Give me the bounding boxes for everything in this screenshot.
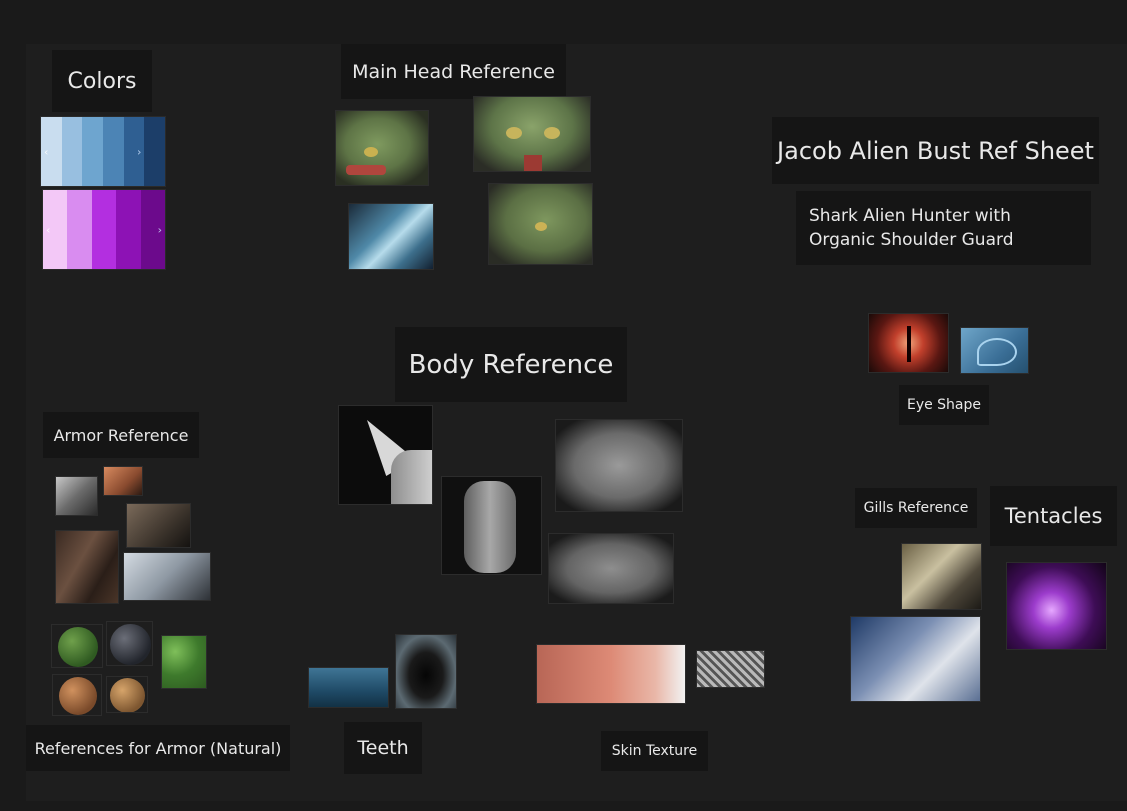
gills-reference-label[interactable]: Gills Reference [855,488,977,528]
cork-sphere-image[interactable] [106,676,148,713]
white-dragon-head-image[interactable] [348,203,434,270]
dark-bark-sphere-mark [110,624,151,665]
magenta-swatch-3[interactable] [91,190,117,269]
eye-sculpt-image[interactable] [960,327,1029,374]
colors-label[interactable]: Colors [52,50,152,112]
shark-mouth-image[interactable] [395,634,457,709]
blue-swatch-2[interactable] [61,117,83,186]
armor-strap-image[interactable] [55,530,119,604]
magenta-swatch-1[interactable]: ‹ [43,190,68,269]
wood-sphere-image[interactable] [52,674,102,716]
armor-natural-label[interactable]: References for Armor (Natural) [26,725,290,771]
mouth-mark [346,165,386,175]
muscular-arm-image[interactable] [441,476,542,575]
chevron-right-icon[interactable]: › [158,223,162,236]
torso-front-image[interactable] [555,419,683,512]
teeth-label[interactable]: Teeth [344,722,422,774]
arm-mark [391,450,432,504]
chevron-left-icon[interactable]: ‹ [46,223,50,236]
moss-sphere-mark [58,627,98,667]
gills-closeup-image[interactable] [901,543,982,610]
blue-swatch-5[interactable]: › [123,117,145,186]
alien-head-side-image[interactable] [335,110,429,186]
pupil-mark [907,326,911,362]
eye-mark [364,147,378,157]
eye-mark [544,127,560,139]
neck-mark [524,155,542,171]
tentacles-label[interactable]: Tentacles [990,486,1117,546]
shark-jaw-side-image[interactable] [308,667,389,708]
shark-fin-arm-image[interactable] [338,405,433,505]
armor-scales-image[interactable] [123,552,211,601]
cork-sphere-mark [110,678,145,712]
chevron-right-icon[interactable]: › [137,145,141,158]
blue-swatch-4[interactable] [103,117,124,186]
main-head-reference-label[interactable]: Main Head Reference [341,44,566,99]
alien-head-front-image[interactable] [473,96,591,172]
board-title[interactable]: Jacob Alien Bust Ref Sheet [772,117,1099,184]
torso-back-image[interactable] [548,533,674,604]
arm-mark [464,481,516,573]
magenta-swatch-4[interactable] [116,190,141,269]
blue-swatch-3[interactable] [82,117,104,186]
magenta-palette[interactable]: ‹ › [42,189,166,270]
armor-reference-label[interactable]: Armor Reference [43,412,199,458]
eye-shape-mark [977,338,1017,366]
skin-texture-label[interactable]: Skin Texture [601,731,708,771]
blue-palette[interactable]: ‹ › [40,116,166,187]
shark-gills-image[interactable] [850,616,981,702]
ivy-leaves-image[interactable] [161,635,207,689]
purple-tentacles-image[interactable] [1006,562,1107,650]
magenta-swatch-2[interactable] [67,190,92,269]
scarred-skin-image[interactable] [536,644,686,704]
eye-mark [535,222,547,231]
blue-swatch-6[interactable] [144,117,166,186]
eye-shape-label[interactable]: Eye Shape [899,385,989,425]
dark-bark-sphere-image[interactable] [106,621,153,666]
eye-mark [506,127,522,139]
scales-texture-image[interactable] [696,650,765,688]
blue-swatch-1[interactable]: ‹ [41,117,62,186]
board-subtitle[interactable]: Shark Alien Hunter with Organic Shoulder… [796,191,1091,265]
armor-chest-image[interactable] [126,503,191,548]
armor-gauntlet-image[interactable] [55,476,98,516]
armor-leather-image[interactable] [103,466,143,496]
body-reference-label[interactable]: Body Reference [395,327,627,402]
chevron-left-icon[interactable]: ‹ [44,145,48,158]
magenta-swatch-5[interactable]: › [140,190,166,269]
wood-sphere-mark [59,677,97,715]
reptile-eye-image[interactable] [868,313,949,373]
moss-sphere-image[interactable] [51,624,103,668]
alien-head-three-quarter-image[interactable] [488,183,593,265]
